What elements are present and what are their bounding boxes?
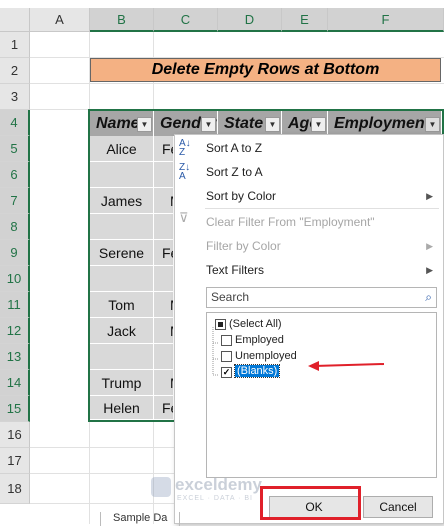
list-item-unemployed[interactable]: Unemployed bbox=[235, 350, 297, 362]
cell-gender[interactable] bbox=[154, 214, 174, 240]
gridline bbox=[30, 83, 444, 84]
checkbox-employed[interactable] bbox=[221, 335, 232, 346]
cell-name[interactable]: Tom bbox=[90, 292, 154, 318]
watermark-brand: exceldemy bbox=[175, 475, 262, 494]
menu-filter-by-color[interactable]: Filter by Color bbox=[206, 239, 281, 253]
cell-name[interactable] bbox=[90, 214, 154, 240]
row-header-8[interactable]: 8 bbox=[0, 214, 30, 240]
watermark-icon bbox=[151, 477, 171, 497]
row-header-9[interactable]: 9 bbox=[0, 240, 30, 266]
row-header-3[interactable]: 3 bbox=[0, 84, 30, 110]
filter-dropdown-state[interactable]: ▼ bbox=[265, 117, 280, 132]
row-header-17[interactable]: 17 bbox=[0, 448, 30, 474]
menu-sort-za[interactable]: Sort Z to A bbox=[206, 165, 263, 179]
submenu-arrow-icon: ▶ bbox=[426, 241, 433, 251]
cell-name[interactable] bbox=[90, 344, 154, 370]
menu-clear-filter[interactable]: Clear Filter From "Employment" bbox=[206, 215, 375, 229]
ok-highlight-box bbox=[260, 486, 361, 520]
cell-name[interactable] bbox=[90, 266, 154, 292]
cell-gender[interactable]: M bbox=[154, 188, 174, 214]
cell-name[interactable]: Helen bbox=[90, 396, 154, 420]
row-header-6[interactable]: 6 bbox=[0, 162, 30, 188]
checkbox-select-all[interactable] bbox=[215, 319, 226, 330]
sheet-title: Delete Empty Rows at Bottom bbox=[90, 58, 441, 82]
menu-sort-az[interactable]: Sort A to Z bbox=[206, 141, 262, 155]
cell-name[interactable] bbox=[90, 162, 154, 188]
search-placeholder: Search bbox=[211, 290, 250, 304]
annotation-arrow-blanks bbox=[308, 361, 385, 371]
filter-dropdown-age[interactable]: ▼ bbox=[311, 117, 326, 132]
cell-name[interactable]: Serene bbox=[90, 240, 154, 266]
cell-gender[interactable]: Fe bbox=[154, 136, 174, 162]
column-header-c[interactable]: C bbox=[154, 8, 218, 32]
cell-gender[interactable] bbox=[154, 162, 174, 188]
cancel-button[interactable]: Cancel bbox=[363, 496, 433, 518]
cell-gender[interactable]: Fe bbox=[154, 396, 174, 420]
watermark-tagline: EXCEL · DATA · BI bbox=[177, 495, 253, 502]
row-header-4[interactable]: 4 bbox=[0, 110, 30, 136]
filter-menu: A↓ Z Sort A to Z Z↓ A Sort Z to A Sort by … bbox=[151, 134, 444, 524]
clear-filter-icon: ⊽ bbox=[179, 210, 189, 225]
column-header-f[interactable]: F bbox=[328, 8, 444, 32]
cell-gender[interactable] bbox=[154, 266, 174, 292]
row-header-2[interactable]: 2 bbox=[0, 58, 30, 84]
row-header-5[interactable]: 5 bbox=[0, 136, 30, 162]
row-header-12[interactable]: 12 bbox=[0, 318, 30, 344]
select-all-corner[interactable] bbox=[0, 8, 30, 32]
column-header-b[interactable]: B bbox=[90, 8, 154, 32]
row-header-14[interactable]: 14 bbox=[0, 370, 30, 396]
cell-gender[interactable]: Fe bbox=[154, 240, 174, 266]
filter-search-input[interactable]: Search ⌕ bbox=[206, 287, 437, 308]
row-header-15[interactable]: 15 bbox=[0, 396, 30, 422]
filter-dropdown-name[interactable]: ▼ bbox=[137, 117, 152, 132]
row-header-11[interactable]: 11 bbox=[0, 292, 30, 318]
menu-text-filters[interactable]: Text Filters bbox=[206, 263, 264, 277]
menu-separator bbox=[205, 208, 439, 209]
list-item-select-all[interactable]: (Select All) bbox=[229, 318, 282, 330]
row-header-10[interactable]: 10 bbox=[0, 266, 30, 292]
checkbox-unemployed[interactable] bbox=[221, 351, 232, 362]
cell-gender[interactable] bbox=[154, 344, 174, 370]
cell-name[interactable]: Jack bbox=[90, 318, 154, 344]
row-header-18[interactable]: 18 bbox=[0, 474, 30, 504]
sort-za-icon: Z↓ A bbox=[179, 162, 191, 182]
submenu-arrow-icon: ▶ bbox=[426, 265, 433, 275]
list-item-employed[interactable]: Employed bbox=[235, 334, 284, 346]
cell-name[interactable]: Trump bbox=[90, 370, 154, 396]
row-header-16[interactable]: 16 bbox=[0, 422, 30, 448]
column-header-d[interactable]: D bbox=[218, 8, 282, 32]
menu-sort-by-color[interactable]: Sort by Color bbox=[206, 189, 276, 203]
row-header-13[interactable]: 13 bbox=[0, 344, 30, 370]
sort-az-icon: A↓ Z bbox=[179, 138, 191, 158]
search-icon: ⌕ bbox=[425, 290, 432, 304]
row-header-1[interactable]: 1 bbox=[0, 32, 30, 58]
column-header-a[interactable]: A bbox=[30, 8, 90, 32]
filter-value-list[interactable]: (Select All) Employed Unemployed ✓ (Blan… bbox=[206, 312, 437, 478]
filter-dropdown-gender[interactable]: ▼ bbox=[201, 117, 216, 132]
cell-name[interactable]: James bbox=[90, 188, 154, 214]
cell-gender[interactable]: M bbox=[154, 318, 174, 344]
cell-gender[interactable]: M bbox=[154, 292, 174, 318]
row-header-7[interactable]: 7 bbox=[0, 188, 30, 214]
submenu-arrow-icon: ▶ bbox=[426, 191, 433, 201]
checkbox-blanks[interactable]: ✓ bbox=[221, 367, 232, 378]
column-header-e[interactable]: E bbox=[282, 8, 328, 32]
cell-name[interactable]: Alice bbox=[90, 136, 154, 162]
list-item-blanks[interactable]: (Blanks) bbox=[233, 364, 281, 378]
cell-gender[interactable]: M bbox=[154, 370, 174, 396]
